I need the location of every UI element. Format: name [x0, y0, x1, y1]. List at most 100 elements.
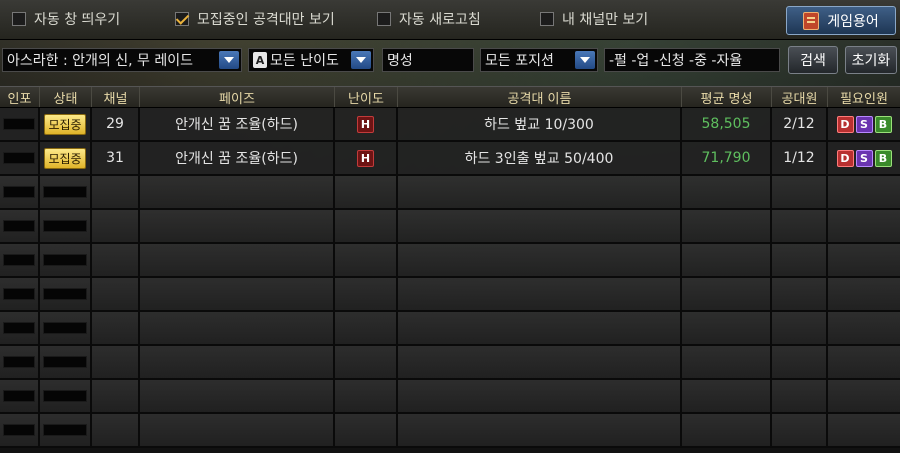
fame-input-value: 명성 [387, 53, 413, 69]
empty-cell [828, 312, 900, 344]
difficulty-select-value: 모든 난이도 [270, 53, 339, 69]
auto-refresh-checkbox[interactable] [377, 12, 391, 26]
buffer-icon: B [874, 115, 892, 133]
info-box [3, 152, 35, 164]
status-badge: 모집중 [44, 113, 86, 135]
info-box [3, 356, 35, 368]
empty-cell [772, 380, 828, 412]
dealer-icon: D [836, 149, 854, 167]
fame-input[interactable]: 명성 [382, 48, 474, 72]
header-avg-fame[interactable]: 평균 명성 [682, 87, 772, 107]
filter-bar: 아스라한 : 안개의 신, 무 레이드 A 모든 난이도 명성 모든 포지션 -… [0, 44, 900, 76]
empty-cell [140, 312, 335, 344]
difficulty-cell: H [335, 108, 398, 140]
recruit-only-checkbox[interactable] [175, 12, 189, 26]
empty-cell [682, 346, 772, 378]
empty-cell [40, 210, 92, 242]
empty-cell [0, 278, 40, 310]
empty-cell [682, 312, 772, 344]
empty-cell [140, 244, 335, 276]
header-raid-name[interactable]: 공격대 이름 [398, 87, 682, 107]
hard-difficulty-icon: H [357, 115, 374, 133]
difficulty-select[interactable]: A 모든 난이도 [248, 48, 374, 72]
empty-cell [828, 380, 900, 412]
empty-cell [140, 176, 335, 208]
synergy-icon: S [855, 149, 873, 167]
empty-cell [398, 176, 682, 208]
chevron-down-icon[interactable] [219, 51, 239, 69]
empty-cell [828, 244, 900, 276]
empty-cell [140, 380, 335, 412]
empty-table-row [0, 176, 900, 210]
table-row[interactable]: 모집중 31 안개신 꿈 조율(하드) H 하드 3인출 벞교 50/400 7… [0, 142, 900, 176]
empty-cell [335, 210, 398, 242]
buffer-icon: B [874, 149, 892, 167]
recruit-only-option[interactable]: 모집중인 공격대만 보기 [175, 9, 335, 29]
empty-cell [772, 278, 828, 310]
game-terms-label: 게임용어 [827, 13, 879, 30]
empty-cell [40, 380, 92, 412]
empty-cell [92, 414, 140, 446]
table-header: 인포 상태 채널 페이즈 난이도 공격대 이름 평균 명성 공대원 필요인원 [0, 86, 900, 108]
empty-cell [335, 176, 398, 208]
empty-cell [828, 278, 900, 310]
status-box [43, 288, 87, 300]
empty-cell [398, 210, 682, 242]
needed-cell: D S B [828, 108, 900, 140]
empty-cell [772, 312, 828, 344]
empty-cell [40, 176, 92, 208]
info-box [3, 390, 35, 402]
raid-name-cell: 하드 3인출 벞교 50/400 [398, 142, 682, 174]
table-row[interactable]: 모집중 29 안개신 꿈 조율(하드) H 하드 벞교 10/300 58,50… [0, 108, 900, 142]
status-box [43, 322, 87, 334]
auto-popup-option[interactable]: 자동 창 띄우기 [12, 9, 120, 29]
header-channel[interactable]: 채널 [92, 87, 140, 107]
empty-cell [335, 244, 398, 276]
status-box [43, 220, 87, 232]
empty-cell [0, 244, 40, 276]
difficulty-all-icon: A [253, 52, 267, 68]
empty-cell [398, 414, 682, 446]
search-button[interactable]: 검색 [788, 46, 838, 74]
empty-cell [772, 414, 828, 446]
keyword-input[interactable]: -펄 -업 -신청 -중 -자율 [604, 48, 780, 72]
chevron-down-icon[interactable] [575, 51, 595, 69]
info-box [3, 186, 35, 198]
reset-button[interactable]: 초기화 [845, 46, 897, 74]
info-box [3, 118, 35, 130]
phase-cell: 안개신 꿈 조율(하드) [140, 142, 335, 174]
book-icon [803, 11, 820, 30]
info-cell[interactable] [0, 108, 40, 140]
chevron-down-icon[interactable] [351, 51, 371, 69]
empty-table-row [0, 278, 900, 312]
auto-refresh-option[interactable]: 자동 새로고침 [377, 9, 481, 29]
options-bar: 자동 창 띄우기 모집중인 공격대만 보기 자동 새로고침 내 채널만 보기 게… [0, 0, 900, 40]
empty-cell [140, 210, 335, 242]
auto-popup-checkbox[interactable] [12, 12, 26, 26]
empty-cell [40, 312, 92, 344]
header-phase[interactable]: 페이즈 [140, 87, 335, 107]
header-status[interactable]: 상태 [40, 87, 92, 107]
empty-cell [0, 346, 40, 378]
phase-cell: 안개신 꿈 조율(하드) [140, 108, 335, 140]
status-box [43, 424, 87, 436]
header-info[interactable]: 인포 [0, 87, 40, 107]
my-channel-option[interactable]: 내 채널만 보기 [540, 9, 648, 29]
header-members[interactable]: 공대원 [772, 87, 828, 107]
keyword-input-value: -펄 -업 -신청 -중 -자율 [609, 53, 743, 69]
empty-cell [398, 244, 682, 276]
raid-select-value: 아스라한 : 안개의 신, 무 레이드 [7, 53, 193, 69]
header-difficulty[interactable]: 난이도 [335, 87, 398, 107]
header-needed[interactable]: 필요인원 [828, 87, 900, 107]
channel-cell: 29 [92, 108, 140, 140]
empty-cell [828, 176, 900, 208]
info-box [3, 322, 35, 334]
empty-cell [140, 278, 335, 310]
status-box [43, 254, 87, 266]
status-badge: 모집중 [44, 147, 86, 169]
info-cell[interactable] [0, 142, 40, 174]
position-select[interactable]: 모든 포지션 [480, 48, 598, 72]
raid-select[interactable]: 아스라한 : 안개의 신, 무 레이드 [2, 48, 242, 72]
game-terms-button[interactable]: 게임용어 [786, 6, 896, 35]
my-channel-checkbox[interactable] [540, 12, 554, 26]
